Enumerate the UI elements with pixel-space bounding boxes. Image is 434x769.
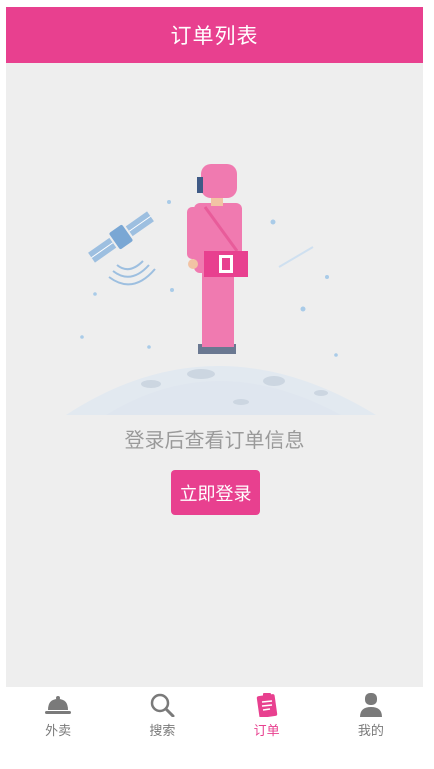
cloche-icon — [45, 696, 72, 714]
tab-orders[interactable]: 订单 — [215, 687, 319, 749]
tab-label: 搜索 — [149, 724, 176, 739]
user-icon — [359, 693, 382, 717]
tab-label: 外卖 — [45, 724, 72, 739]
tab-search[interactable]: 搜索 — [110, 687, 214, 749]
app-screen: 订单列表 登录后查看订单信息 立即登录 外卖 搜索 订单 我的 — [6, 7, 423, 749]
astronaut-on-moon-illustration — [66, 164, 376, 415]
order-clipboard-icon — [256, 693, 277, 717]
tab-label: 我的 — [357, 724, 384, 739]
page-title: 订单列表 — [170, 24, 259, 48]
tab-label: 订单 — [253, 724, 280, 739]
tab-profile[interactable]: 我的 — [319, 687, 423, 749]
bottom-tab-bar: 外卖 搜索 订单 我的 — [6, 687, 423, 749]
tab-takeout[interactable]: 外卖 — [6, 687, 110, 749]
empty-state-message: 登录后查看订单信息 — [124, 428, 305, 452]
login-button[interactable]: 立即登录 — [171, 470, 260, 515]
header-bar: 订单列表 — [6, 7, 423, 63]
search-icon — [151, 693, 175, 717]
